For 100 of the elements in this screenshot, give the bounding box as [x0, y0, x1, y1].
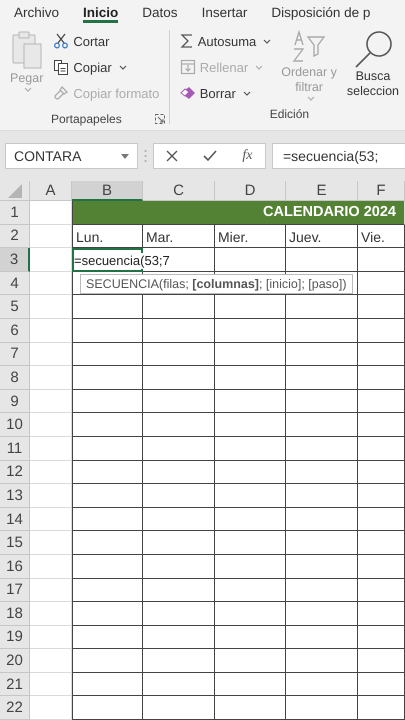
table-cell — [72, 484, 143, 508]
table-cell — [143, 602, 215, 626]
paintbrush-icon — [53, 85, 70, 101]
row-header[interactable]: 14 — [0, 508, 30, 532]
table-cell — [286, 626, 358, 650]
table-cell — [143, 460, 215, 484]
column-header[interactable]: A — [30, 181, 72, 201]
scissors-icon — [53, 33, 70, 49]
ribbon-tab[interactable]: Datos — [130, 0, 190, 24]
table-cell — [286, 366, 358, 390]
table-cell — [72, 531, 143, 555]
table-cell — [72, 554, 143, 578]
table-cell — [72, 672, 143, 696]
table-cell — [30, 272, 72, 296]
row-header[interactable]: 8 — [0, 366, 30, 390]
row-header[interactable]: 6 — [0, 318, 30, 343]
table-cell — [215, 554, 286, 578]
column-header[interactable]: F — [358, 181, 405, 201]
column-header[interactable]: D — [215, 181, 286, 201]
table-cell — [215, 413, 286, 437]
table-cell — [143, 342, 215, 366]
row-header[interactable]: 18 — [0, 602, 30, 626]
row-header[interactable]: 11 — [0, 436, 30, 461]
table-cell — [72, 578, 143, 602]
cancel-icon[interactable] — [166, 150, 178, 162]
table-cell — [30, 484, 72, 508]
table-cell — [72, 318, 143, 343]
title-banner: CALENDARIO 2024 — [72, 201, 405, 225]
row-header[interactable]: 13 — [0, 484, 30, 508]
table-cell — [143, 649, 215, 673]
ribbon-tab[interactable]: Insertar — [190, 0, 260, 24]
table-cell — [215, 578, 286, 602]
row-header[interactable]: 4 — [0, 272, 30, 296]
row-header[interactable]: 12 — [0, 460, 30, 484]
insert-function-button[interactable]: fx — [242, 148, 252, 164]
table-cell — [30, 460, 72, 484]
row-header[interactable]: 3 — [0, 248, 30, 272]
column-header[interactable]: C — [143, 181, 215, 201]
column-header[interactable]: E — [286, 181, 358, 201]
row-header[interactable]: 21 — [0, 672, 30, 696]
name-box[interactable]: CONTARA — [5, 143, 138, 169]
table-cell — [143, 626, 215, 650]
table-cell — [358, 318, 405, 343]
table-cell — [215, 484, 286, 508]
grip-icon — [144, 149, 147, 163]
row-header[interactable]: 7 — [0, 342, 30, 366]
row-header[interactable]: 20 — [0, 649, 30, 673]
row-header[interactable]: 10 — [0, 413, 30, 437]
ribbon-button[interactable]: Busca seleccion — [344, 30, 401, 104]
table-cell — [358, 460, 405, 484]
table-cell — [358, 672, 405, 696]
table-cell — [358, 272, 405, 296]
ribbon-button[interactable]: Cortar — [51, 30, 162, 52]
group-label: Edición — [270, 107, 310, 121]
table-cell — [30, 436, 72, 461]
row-header[interactable]: 1 — [0, 201, 30, 225]
caret-icon[interactable] — [121, 154, 129, 158]
ribbon-button[interactable]: Borrar — [178, 82, 274, 104]
row-header[interactable]: 17 — [0, 578, 30, 602]
ribbon-tab[interactable]: Archivo — [2, 0, 72, 24]
table-cell — [30, 248, 72, 272]
check-icon[interactable] — [203, 150, 218, 162]
table-cell — [358, 295, 405, 319]
table-cell — [30, 318, 72, 343]
table-cell — [286, 602, 358, 626]
table-cell — [358, 484, 405, 508]
column-header[interactable]: B — [72, 181, 143, 201]
table-cell — [286, 295, 358, 319]
dialog-launcher-icon[interactable] — [154, 114, 165, 124]
row-header[interactable]: 15 — [0, 531, 30, 555]
formula-field[interactable]: =secuencia(53; — [272, 143, 405, 169]
ribbon-button[interactable]: Copiar — [51, 56, 162, 78]
row-header[interactable]: 19 — [0, 626, 30, 650]
row-header[interactable]: 2 — [0, 224, 30, 248]
ribbon-tab[interactable]: Disposición de p — [259, 0, 382, 24]
table-cell: Juev. — [286, 224, 358, 248]
table-cell — [286, 460, 358, 484]
ribbon-button[interactable]: Autosuma — [178, 30, 274, 52]
table-cell — [215, 672, 286, 696]
table-cell — [358, 413, 405, 437]
row-header[interactable]: 22 — [0, 696, 30, 720]
table-cell — [72, 602, 143, 626]
row-header[interactable]: 9 — [0, 390, 30, 414]
table-cell — [215, 696, 286, 720]
table-cell — [215, 436, 286, 461]
cell-edit-text: =secuencia(53;7 — [74, 253, 172, 269]
row-header[interactable]: 16 — [0, 554, 30, 578]
table-cell — [215, 318, 286, 343]
table-cell: Mar. — [143, 224, 215, 248]
table-cell — [30, 413, 72, 437]
row-header[interactable]: 5 — [0, 295, 30, 319]
table-cell — [30, 342, 72, 366]
search-icon — [352, 30, 393, 68]
fill-down-icon — [180, 59, 196, 75]
table-cell — [286, 531, 358, 555]
table-cell — [215, 342, 286, 366]
ribbon-tab[interactable]: Inicio — [71, 0, 130, 24]
table-cell — [215, 390, 286, 414]
table-cell — [358, 626, 405, 650]
sigma-icon — [180, 33, 194, 49]
